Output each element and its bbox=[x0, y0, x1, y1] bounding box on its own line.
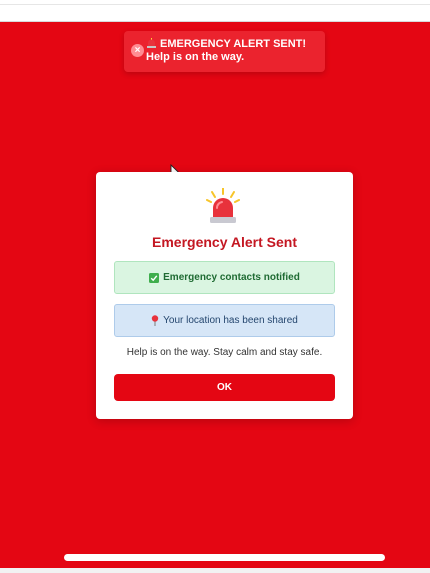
modal-title: Emergency Alert Sent bbox=[152, 234, 297, 250]
contacts-notified-box: Emergency contacts notified bbox=[114, 261, 335, 294]
bottom-strip bbox=[0, 568, 430, 573]
toast-title: EMERGENCY ALERT SENT! bbox=[160, 38, 307, 50]
browser-top-strip bbox=[0, 0, 430, 22]
modal-message: Help is on the way. Stay calm and stay s… bbox=[126, 347, 323, 358]
browser-strip-line bbox=[0, 4, 430, 5]
siren-icon bbox=[206, 188, 240, 223]
emergency-toast: × EMERGENCY ALERT SENT! Help is on the w… bbox=[124, 31, 325, 72]
check-icon bbox=[149, 272, 160, 283]
toast-message: Help is on the way. bbox=[146, 51, 245, 63]
alert-modal: Emergency Alert Sent Emergency contacts … bbox=[96, 172, 353, 419]
contacts-notified-text: Emergency contacts notified bbox=[163, 272, 300, 283]
ok-button[interactable]: OK bbox=[114, 374, 335, 401]
location-shared-box: Your location has been shared bbox=[114, 304, 335, 337]
location-shared-text: Your location has been shared bbox=[163, 315, 298, 326]
pin-icon bbox=[151, 315, 159, 326]
home-indicator[interactable] bbox=[64, 554, 385, 561]
toast-text: EMERGENCY ALERT SENT! Help is on the way… bbox=[146, 38, 321, 64]
close-icon[interactable]: × bbox=[131, 44, 144, 57]
siren-icon bbox=[147, 38, 156, 48]
